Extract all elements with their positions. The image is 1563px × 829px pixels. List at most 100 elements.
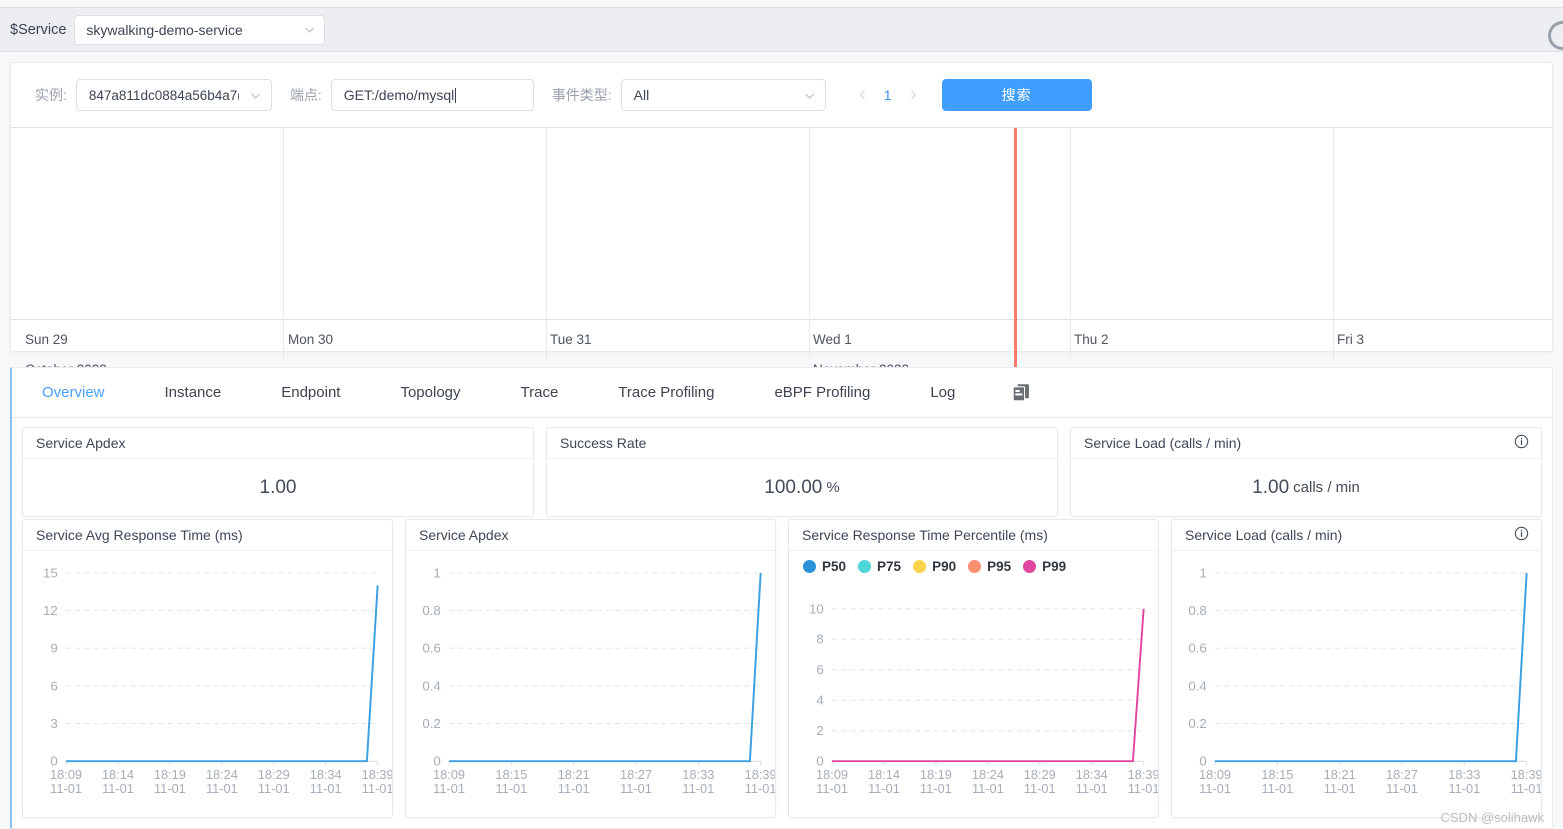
- x-axis-tick-label: 11-01: [495, 782, 527, 796]
- tab-overview[interactable]: Overview: [12, 384, 135, 401]
- chart-card-title: Service Response Time Percentile (ms): [789, 520, 1158, 551]
- tab-bar: Overview Instance Endpoint Topology Trace Tra…: [12, 368, 1552, 418]
- x-axis-tick-label: 18:14: [102, 768, 134, 782]
- x-axis-tick-label: 18:21: [1324, 768, 1356, 782]
- timeline-now-marker: [1014, 128, 1017, 382]
- y-axis-tick-label: 0.2: [1188, 716, 1207, 731]
- tab-ebpf-profiling[interactable]: eBPF Profiling: [744, 384, 900, 401]
- x-axis-tick-label: 11-01: [816, 782, 848, 796]
- text-caret: [455, 87, 457, 103]
- timeline-gridline: [283, 320, 284, 360]
- service-select-value: skywalking-demo-service: [86, 21, 243, 38]
- x-axis-tick-label: 11-01: [1199, 782, 1231, 796]
- chart-plot-area[interactable]: 0 3 6 9 12 15 18:09 11-01 18:14 11-01 18:19 11-01 18…: [23, 551, 392, 817]
- chart-plot-area[interactable]: P50 P75 P90 P95 P99 0 2 4 6 8 10 18:09 11-01 18:14 11-…: [789, 551, 1158, 817]
- chart-plot-area[interactable]: 0 0.2 0.4 0.6 0.8 1 18:09 11-01 18:15 11-01 18:21 1…: [1172, 551, 1541, 817]
- instance-select-value: 847a811dc0884a56b4a7(: [88, 87, 239, 103]
- info-icon[interactable]: [1514, 526, 1529, 544]
- chart-series-line: [449, 572, 762, 763]
- x-axis-tick-label: 18:34: [1076, 768, 1108, 782]
- x-axis-tick-label: 11-01: [1128, 782, 1158, 796]
- chart-card-title: Service Avg Response Time (ms): [23, 520, 392, 551]
- chart-card: Service Response Time Percentile (ms) P50…: [788, 519, 1159, 818]
- page-number[interactable]: 1: [879, 87, 897, 103]
- x-axis-tick-label: 11-01: [1386, 782, 1418, 796]
- metric-card-value: 100.00%: [547, 459, 1057, 516]
- event-type-label: 事件类型:: [551, 87, 612, 103]
- service-select[interactable]: skywalking-demo-service: [74, 14, 326, 45]
- x-axis-tick-label: 18:27: [1386, 768, 1418, 782]
- event-type-select[interactable]: All: [620, 79, 826, 111]
- chart-card-title: Service Apdex: [406, 520, 775, 551]
- metric-card-title-text: Success Rate: [560, 435, 647, 451]
- x-axis-tick-label: 11-01: [745, 782, 775, 796]
- y-axis-tick-label: 4: [816, 693, 823, 708]
- copy-documents-icon[interactable]: [985, 382, 1058, 403]
- timeline-day-label: Thu 2: [1074, 332, 1109, 347]
- tab-trace-profiling[interactable]: Trace Profiling: [588, 384, 744, 401]
- metric-value-unit: %: [826, 479, 840, 496]
- metric-card-title: Service Apdex: [23, 428, 533, 459]
- x-axis-tick-label: 11-01: [558, 782, 590, 796]
- instance-select[interactable]: 847a811dc0884a56b4a7(: [75, 79, 272, 111]
- chart-svg: 0369121518:0911-0118:1411-0118:1911-0118…: [43, 566, 392, 796]
- metric-card-title: Service Load (calls / min): [1071, 428, 1541, 459]
- x-axis-tick-label: 11-01: [972, 782, 1004, 796]
- chart-title-text: Service Response Time Percentile (ms): [802, 527, 1048, 543]
- x-axis-tick-label: 11-01: [620, 782, 652, 796]
- tab-endpoint[interactable]: Endpoint: [251, 384, 370, 401]
- tab-instance[interactable]: Instance: [135, 384, 252, 401]
- tab-trace[interactable]: Trace: [491, 384, 589, 401]
- y-axis-tick-label: 10: [809, 601, 824, 616]
- x-axis-tick-label: 18:39: [362, 768, 392, 782]
- chevron-left-icon[interactable]: [852, 82, 874, 108]
- chart-svg: 00.20.40.60.8118:0911-0118:1511-0118:211…: [422, 566, 775, 796]
- x-axis-tick-label: 18:15: [495, 768, 527, 782]
- info-icon[interactable]: [1514, 434, 1529, 452]
- chart-plot-area[interactable]: 0 0.2 0.4 0.6 0.8 1 18:09 11-01 18:15 11-01 18:21 1…: [406, 551, 775, 817]
- y-axis-tick-label: 0.8: [422, 603, 441, 618]
- timeline-day-label: Fri 3: [1337, 332, 1364, 347]
- metric-card: Success Rate 100.00%: [546, 427, 1058, 517]
- timeline-gridline: [1333, 128, 1334, 320]
- metric-card-title-text: Service Apdex: [36, 435, 126, 451]
- chevron-down-icon: [239, 89, 262, 102]
- event-timeline: Sun 29Mon 30Tue 31Wed 1Thu 2Fri 3October…: [11, 127, 1552, 382]
- y-axis-tick-label: 0.4: [1188, 679, 1207, 694]
- x-axis-tick-label: 18:09: [433, 768, 465, 782]
- metric-value-unit: calls / min: [1293, 479, 1360, 496]
- x-axis-tick-label: 11-01: [50, 782, 82, 796]
- timeline-grid[interactable]: [11, 128, 1552, 320]
- x-axis-tick-label: 11-01: [310, 782, 342, 796]
- timeline-day-label: Mon 30: [288, 332, 334, 347]
- x-axis-tick-label: 11-01: [102, 782, 134, 796]
- chevron-down-icon: [293, 23, 316, 36]
- x-axis-tick-label: 18:09: [816, 768, 848, 782]
- x-axis-tick-label: 18:39: [1128, 768, 1158, 782]
- chart-title-text: Service Avg Response Time (ms): [36, 527, 243, 543]
- tab-topology[interactable]: Topology: [370, 384, 490, 401]
- x-axis-tick-label: 18:09: [1199, 768, 1231, 782]
- timeline-gridline: [809, 320, 810, 360]
- y-axis-tick-label: 6: [816, 662, 823, 677]
- service-variable-label: $Service: [10, 21, 67, 38]
- timeline-gridline: [283, 128, 284, 320]
- metric-card-value: 1.00 calls / min: [1071, 459, 1541, 516]
- x-axis-tick-label: 18:14: [868, 768, 900, 782]
- event-type-select-value: All: [633, 87, 650, 103]
- search-button[interactable]: 搜索: [941, 79, 1092, 111]
- x-axis-tick-label: 18:21: [558, 768, 590, 782]
- chevron-right-icon[interactable]: [902, 82, 924, 108]
- endpoint-input[interactable]: GET:/demo/mysql: [330, 79, 534, 111]
- x-axis-tick-label: 11-01: [154, 782, 186, 796]
- x-axis-tick-label: 11-01: [433, 782, 465, 796]
- y-axis-tick-label: 3: [50, 716, 57, 731]
- x-axis-tick-label: 18:33: [682, 768, 714, 782]
- x-axis-tick-label: 11-01: [1024, 782, 1056, 796]
- x-axis-tick-label: 11-01: [258, 782, 290, 796]
- chart-title-text: Service Load (calls / min): [1185, 527, 1343, 543]
- y-axis-tick-label: 0.4: [422, 679, 441, 694]
- timeline-day-label: Tue 31: [550, 332, 592, 347]
- x-axis-tick-label: 18:29: [258, 768, 290, 782]
- tab-log[interactable]: Log: [900, 384, 985, 401]
